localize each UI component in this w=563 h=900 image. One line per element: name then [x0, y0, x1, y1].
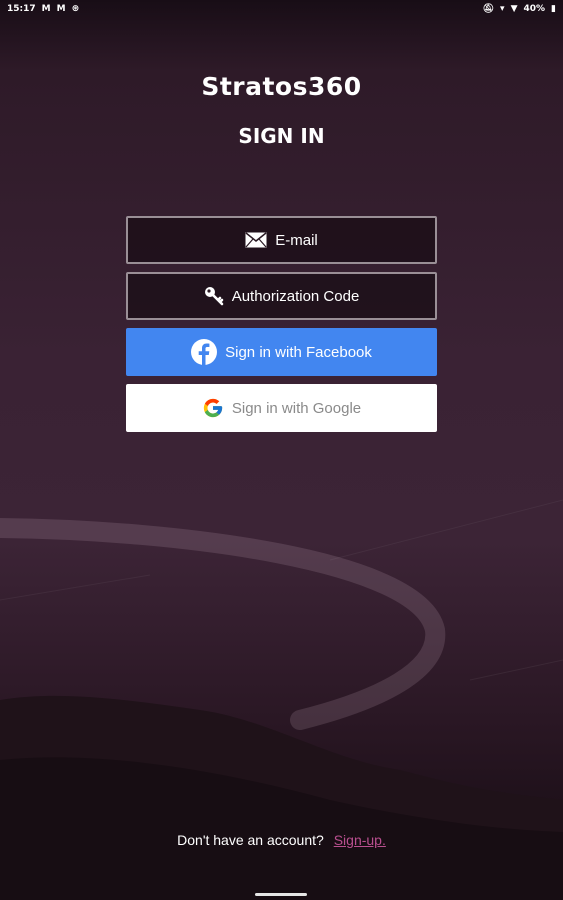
auth-code-signin-button[interactable]: Authorization Code [126, 272, 437, 320]
status-bar: 15:17 M M ⊛ 🔕︎ ▾ ▼ 40% ▮ [0, 0, 563, 18]
auth-code-button-label: Authorization Code [231, 287, 360, 305]
page-title: SIGN IN [238, 124, 325, 148]
email-signin-button[interactable]: E-mail [126, 216, 437, 264]
gmail-icon: M [41, 3, 51, 14]
signup-prompt: Don't have an account? Sign-up. [0, 832, 563, 848]
home-indicator[interactable] [255, 893, 307, 896]
facebook-icon [191, 339, 218, 365]
envelope-icon [245, 232, 267, 248]
facebook-button-label: Sign in with Facebook [225, 343, 372, 361]
key-icon [204, 286, 224, 306]
email-button-label: E-mail [275, 231, 318, 249]
app-title: Stratos360 [201, 72, 362, 101]
battery-percent: 40% [523, 4, 546, 14]
mute-icon: 🔕︎ [482, 3, 495, 14]
wifi-icon: ▼ [510, 3, 518, 14]
signup-link[interactable]: Sign-up. [334, 832, 386, 848]
sync-icon: ⊛ [71, 3, 80, 14]
google-signin-button[interactable]: Sign in with Google [126, 384, 437, 432]
signup-prompt-text: Don't have an account? [177, 832, 324, 848]
facebook-signin-button[interactable]: Sign in with Facebook [126, 328, 437, 376]
gmail-icon: M [56, 3, 66, 14]
google-button-label: Sign in with Google [231, 399, 362, 417]
google-icon [202, 397, 224, 419]
clock: 15:17 [7, 4, 36, 14]
battery-icon: ▮ [551, 3, 556, 14]
signal-icon: ▾ [500, 3, 505, 14]
